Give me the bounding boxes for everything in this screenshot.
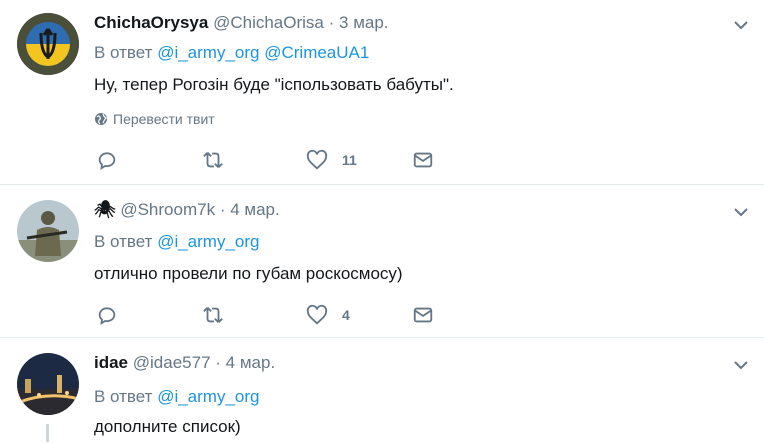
thread-connector-line <box>46 424 49 442</box>
heart-icon <box>306 304 328 325</box>
chevron-down-icon[interactable] <box>733 17 749 33</box>
like-button[interactable]: 11 <box>306 148 357 172</box>
avatar[interactable] <box>17 13 79 75</box>
retweet-icon <box>203 307 223 323</box>
like-count: 4 <box>342 307 350 323</box>
tweet-actions: 4 <box>94 303 494 327</box>
reply-to-line: В ответ @i_army_org <box>94 387 259 407</box>
tweet[interactable]: idae @idae577 · 4 мар. В ответ @i_army_o… <box>0 338 764 443</box>
tweet-text: дополните список) <box>94 417 241 436</box>
timestamp[interactable]: 4 мар. <box>230 200 280 219</box>
chevron-down-icon[interactable] <box>733 204 749 220</box>
retweet-button[interactable] <box>202 148 224 172</box>
reply-button[interactable] <box>96 148 118 172</box>
chevron-down-icon[interactable] <box>733 357 749 373</box>
translate-label: Перевести твит <box>113 111 215 127</box>
tweet-text: отлично провели по губам роскосмосу) <box>94 264 403 283</box>
separator-dot: · <box>219 200 226 219</box>
reply-icon <box>98 307 116 326</box>
like-button[interactable]: 4 <box>306 303 350 327</box>
tweet[interactable]: ChichaOrysya @ChichaOrisa · 3 мар. В отв… <box>0 0 764 184</box>
globe-icon <box>95 113 108 125</box>
separator-dot: · <box>215 353 221 372</box>
reply-prefix: В ответ <box>94 232 153 251</box>
retweet-button[interactable] <box>202 303 224 327</box>
display-name[interactable]: 🕷 <box>94 200 116 219</box>
reply-user-link[interactable]: @i_army_org <box>157 43 259 62</box>
tweet[interactable]: 🕷 @Shroom7k · 4 мар. В ответ @i_army_org… <box>0 185 764 337</box>
user-handle[interactable]: @Shroom7k <box>120 200 215 219</box>
tweet-text: Ну, тепер Рогозін буде "ісполь­зовать ба… <box>94 75 454 94</box>
envelope-icon <box>413 307 433 323</box>
timestamp[interactable]: 3 мар. <box>339 13 389 32</box>
envelope-icon <box>413 152 433 168</box>
reply-to-line: В ответ @i_army_org <box>94 232 259 252</box>
retweet-icon <box>203 152 223 168</box>
soldier-photo-icon <box>17 200 79 262</box>
trident-emblem-icon <box>17 13 79 75</box>
reply-icon <box>98 152 116 171</box>
reply-to-line: В ответ @i_army_org @CrimeaUA1 <box>94 43 369 63</box>
translate-tweet-link[interactable]: Перевести твит <box>94 111 215 127</box>
timestamp[interactable]: 4 мар. <box>226 353 276 372</box>
direct-message-button[interactable] <box>412 148 434 172</box>
avatar[interactable] <box>17 353 79 415</box>
like-count: 11 <box>342 152 357 168</box>
reply-user-link[interactable]: @i_army_org <box>157 232 259 251</box>
reply-user-link[interactable]: @i_army_org <box>157 387 259 406</box>
heart-icon <box>306 149 328 170</box>
user-handle[interactable]: @idae577 <box>133 353 211 372</box>
tweet-actions: 11 <box>94 148 494 172</box>
city-night-photo-icon <box>17 353 79 415</box>
tweet-header: ChichaOrysya @ChichaOrisa · 3 мар. <box>94 13 389 33</box>
reply-button[interactable] <box>96 303 118 327</box>
direct-message-button[interactable] <box>412 303 434 327</box>
avatar[interactable] <box>17 200 79 262</box>
display-name[interactable]: ChichaOrysya <box>94 13 208 32</box>
reply-prefix: В ответ <box>94 43 153 62</box>
tweet-header: 🕷 @Shroom7k · 4 мар. <box>94 200 280 220</box>
tweet-header: idae @idae577 · 4 мар. <box>94 353 275 373</box>
display-name[interactable]: idae <box>94 353 128 372</box>
reply-user-link[interactable]: @CrimeaUA1 <box>264 43 369 62</box>
separator-dot: · <box>328 13 335 32</box>
reply-prefix: В ответ <box>94 387 153 406</box>
user-handle[interactable]: @ChichaOrisa <box>213 13 324 32</box>
